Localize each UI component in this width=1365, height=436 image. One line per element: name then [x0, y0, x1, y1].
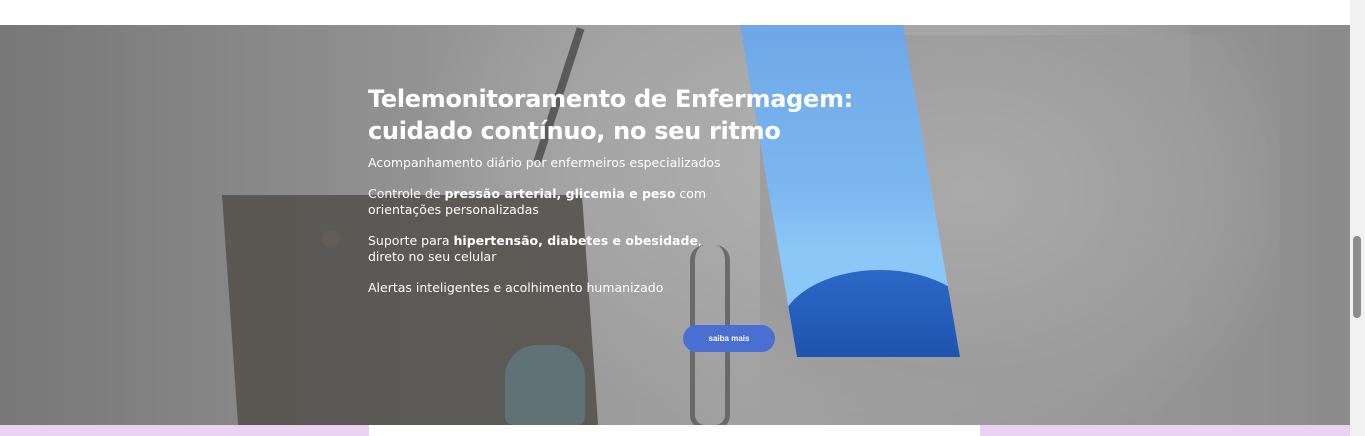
feature-list: Acompanhamento diário por enfermeiros es… [368, 155, 728, 296]
hero-title: Telemonitoramento de Enfermagem: cuidado… [368, 85, 853, 145]
feature-item-text: Acompanhamento diário por enfermeiros es… [368, 155, 721, 170]
feature-item-bold-text: pressão arterial, glicemia e peso [444, 186, 676, 201]
hero-section: Telemonitoramento de Enfermagem: cuidado… [0, 25, 1350, 425]
next-section-band-left [0, 425, 369, 436]
top-white-bar [0, 0, 1350, 25]
feature-item: Suporte para hipertensão, diabetes e obe… [368, 233, 728, 265]
saiba-mais-button[interactable]: saiba mais [683, 325, 775, 352]
feature-item-text: Controle de [368, 186, 445, 201]
scrollbar-thumb[interactable] [1353, 236, 1361, 318]
feature-item-text: Alertas inteligentes e acolhimento human… [368, 280, 664, 295]
next-section-band-right [980, 425, 1350, 436]
feature-item: Acompanhamento diário por enfermeiros es… [368, 155, 728, 171]
feature-item-bold-text: hipertensão, diabetes e obesidade [453, 233, 698, 248]
feature-item-text: Suporte para [368, 233, 454, 248]
feature-item: Controle de pressão arterial, glicemia e… [368, 186, 728, 218]
hero-content: Telemonitoramento de Enfermagem: cuidado… [368, 83, 908, 311]
page-scrollbar[interactable] [1350, 0, 1365, 436]
feature-item: Alertas inteligentes e acolhimento human… [368, 280, 728, 296]
